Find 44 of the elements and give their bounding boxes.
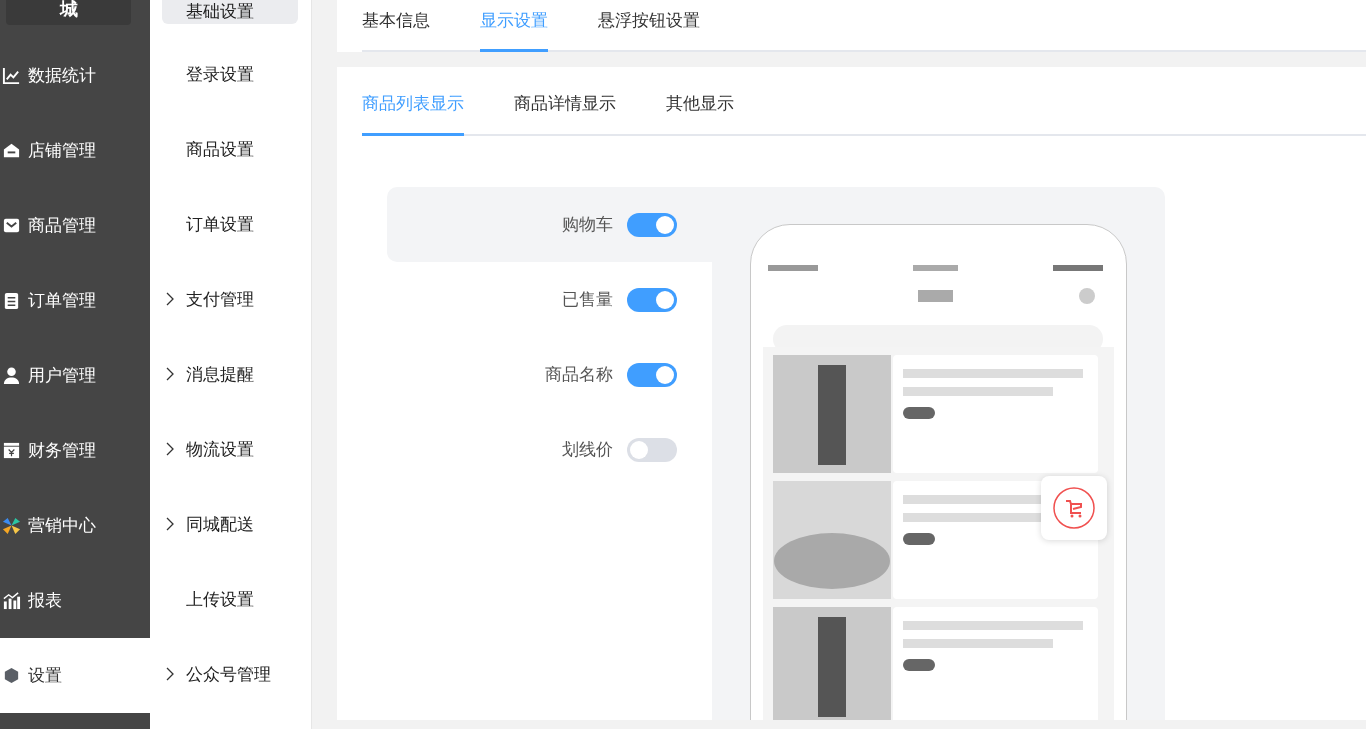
toggle-switch[interactable] (627, 287, 677, 312)
toggle-switch[interactable] (627, 362, 677, 387)
toggle-switch[interactable] (627, 212, 677, 237)
submenu-item[interactable]: 支付管理 (162, 274, 298, 324)
sidebar-item[interactable]: 订单管理 (0, 263, 150, 338)
option-label: 购物车 (562, 213, 613, 236)
sidebar-item[interactable]: 用户管理 (0, 338, 150, 413)
submenu-item[interactable]: 商品设置 (162, 124, 298, 174)
sidebar-item[interactable]: 数据统计 (0, 38, 150, 113)
option-label: 划线价 (562, 438, 613, 461)
sidebar-item[interactable]: 财务管理 (0, 413, 150, 488)
chevron-right-icon (166, 667, 174, 681)
logo: 城 (6, 0, 131, 25)
chevron-right-icon (166, 517, 174, 531)
sidebar-item[interactable]: 报表 (0, 563, 150, 638)
cart-icon (1053, 487, 1095, 529)
tab[interactable]: 其他显示 (666, 67, 734, 136)
user-icon (2, 366, 21, 385)
sidebar-item[interactable]: 营销中心 (0, 488, 150, 563)
submenu-item[interactable]: 同城配送 (162, 499, 298, 549)
hexagon-icon (2, 666, 21, 685)
submenu-item[interactable]: 消息提醒 (162, 349, 298, 399)
toggle-switch[interactable] (627, 437, 677, 462)
sidebar-item[interactable]: 店铺管理 (0, 113, 150, 188)
chevron-right-icon (166, 367, 174, 381)
cart-button[interactable] (1041, 476, 1107, 540)
submenu-item[interactable]: 上传设置 (162, 574, 298, 624)
tab[interactable]: 商品详情显示 (514, 67, 616, 136)
submenu-item[interactable]: 公众号管理 (162, 649, 298, 699)
sidebar-item[interactable]: 商品管理 (0, 188, 150, 263)
chevron-right-icon (166, 442, 174, 456)
submenu-item[interactable]: 物流设置 (162, 424, 298, 474)
option-label: 已售量 (562, 288, 613, 311)
option-label: 商品名称 (545, 363, 613, 386)
tab[interactable]: 悬浮按钮设置 (598, 0, 700, 52)
bar-chart-icon (2, 591, 21, 610)
submenu-item[interactable]: 登录设置 (162, 49, 298, 99)
submenu-item[interactable]: 基础设置 (162, 0, 298, 24)
submenu-item[interactable]: 订单设置 (162, 199, 298, 249)
petals-icon (2, 516, 21, 535)
sidebar-item[interactable]: 设置 (0, 638, 150, 713)
tab[interactable]: 基本信息 (362, 0, 430, 52)
chevron-right-icon (166, 292, 174, 306)
chart-icon (2, 66, 21, 85)
